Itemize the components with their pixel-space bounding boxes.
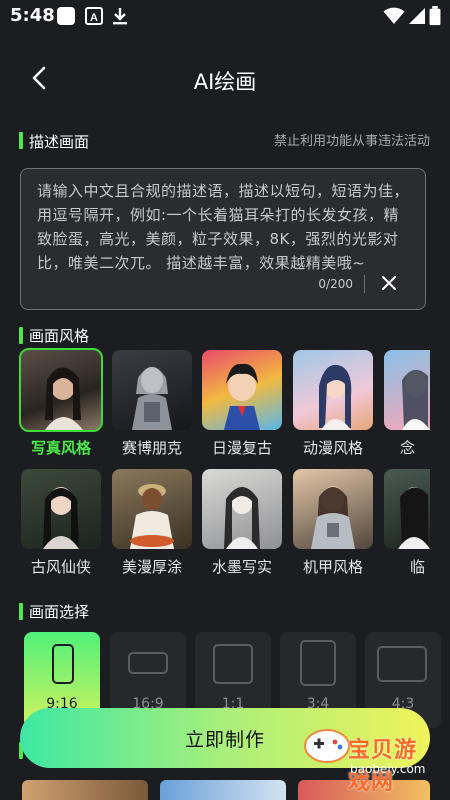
- style-card-partial-2[interactable]: [384, 469, 430, 549]
- watermark-url: baobeiy.com: [350, 762, 426, 776]
- ratio-landscape-icon: [128, 652, 168, 674]
- describe-section-title: 描述画面: [29, 133, 90, 151]
- clear-icon[interactable]: [381, 275, 397, 291]
- style-card-cyberpunk[interactable]: [112, 350, 192, 430]
- ratio-4-3-icon: [377, 646, 427, 682]
- retro-anime-thumbnail: [224, 363, 260, 430]
- style-card-american-comic[interactable]: [112, 469, 192, 549]
- style-label-anime: 动漫风格: [302, 439, 363, 457]
- partial-thumbnail: [402, 369, 430, 430]
- style-card-partial-1[interactable]: [384, 350, 430, 430]
- style-label-partial-2: 临: [410, 558, 426, 576]
- cyberpunk-thumbnail: [132, 367, 172, 430]
- top-bar: AI绘画: [0, 34, 450, 120]
- style-label-xianxia: 古风仙侠: [30, 558, 91, 576]
- style-label-ink: 水墨写实: [211, 558, 272, 576]
- style-card-ink[interactable]: [202, 469, 282, 549]
- style-label-partial-1: 念: [400, 439, 416, 457]
- partial-thumbnail: [398, 487, 430, 549]
- bottom-thumbnail-2[interactable]: [160, 780, 286, 800]
- style-card-retro-anime[interactable]: [202, 350, 282, 430]
- style-label-portrait: 写真风格: [30, 439, 91, 457]
- section-marker: [19, 603, 23, 620]
- watermark: 宝贝游戏网 baobeiy.com: [284, 720, 434, 795]
- mecha-thumbnail: [311, 486, 355, 549]
- download-icon: [113, 8, 127, 25]
- status-bar: 5:48 A: [0, 0, 450, 34]
- section-marker: [19, 132, 23, 149]
- battery-icon: [429, 6, 441, 26]
- description-input[interactable]: 请输入中文且合规的描述语，描述以短句，短语为佳，用逗号隔开，例如:一个长着猫耳朵…: [20, 168, 426, 310]
- description-placeholder: 请输入中文且合规的描述语，描述以短句，短语为佳，用逗号隔开，例如:一个长着猫耳朵…: [37, 182, 410, 272]
- american-comic-thumbnail: [130, 484, 174, 549]
- style-label-retro-anime: 日漫复古: [211, 439, 272, 457]
- ratio-square-icon: [213, 644, 253, 684]
- style-section-title: 画面风格: [29, 327, 90, 345]
- style-label-mecha: 机甲风格: [302, 558, 363, 576]
- status-time: 5:48: [10, 5, 55, 26]
- xianxia-thumbnail: [43, 487, 79, 549]
- bottom-thumbnail-1[interactable]: [22, 780, 148, 800]
- page-title: AI绘画: [193, 70, 257, 94]
- wifi-icon: [383, 7, 405, 24]
- style-label-american-comic: 美漫厚涂: [121, 558, 182, 576]
- style-card-mecha[interactable]: [293, 469, 373, 549]
- divider: [364, 275, 365, 293]
- a-icon: A: [85, 7, 103, 25]
- style-card-portrait[interactable]: [19, 348, 103, 432]
- svg-text:A: A: [90, 12, 98, 24]
- legal-notice: 禁止利用功能从事违法活动: [273, 134, 430, 149]
- ink-thumbnail: [224, 487, 260, 549]
- signal-icon: [409, 8, 425, 24]
- style-label-cyberpunk: 赛博朋克: [121, 439, 182, 457]
- section-marker: [19, 327, 23, 344]
- ratio-3-4-icon: [300, 640, 336, 686]
- style-card-anime[interactable]: [293, 350, 373, 430]
- ratio-section-title: 画面选择: [29, 603, 90, 621]
- style-card-xianxia[interactable]: [21, 469, 101, 549]
- create-button-label: 立即制作: [184, 728, 265, 751]
- character-counter: 0/200: [318, 277, 353, 291]
- anime-thumbnail: [319, 364, 352, 430]
- portrait-thumbnail: [45, 367, 83, 430]
- notification-square-icon: [57, 7, 75, 25]
- ratio-portrait-icon: [52, 644, 74, 684]
- gamepad-logo-icon: [304, 729, 350, 763]
